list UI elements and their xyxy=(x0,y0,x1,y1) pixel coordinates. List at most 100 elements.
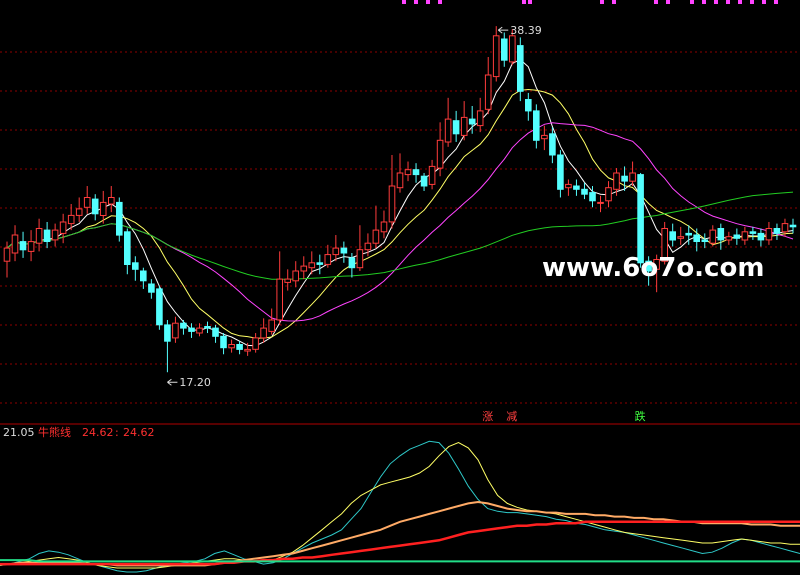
top-mark xyxy=(738,0,742,4)
candle-body xyxy=(332,247,340,256)
candle-body xyxy=(116,201,123,236)
top-mark xyxy=(666,0,670,4)
candle-body xyxy=(621,175,628,182)
top-mark xyxy=(714,0,718,4)
candle-body xyxy=(75,208,83,216)
candle-body xyxy=(693,234,701,242)
candle-body xyxy=(83,197,91,208)
candle-body xyxy=(396,172,404,189)
candle-body xyxy=(268,319,275,332)
top-mark xyxy=(402,0,406,4)
candle-body xyxy=(260,327,267,339)
candle-body xyxy=(59,221,67,234)
candle-body xyxy=(188,327,195,332)
candle-body xyxy=(476,110,484,127)
signal-label-rise: 涨 xyxy=(482,410,493,423)
candle-body xyxy=(525,99,532,112)
candle xyxy=(116,197,123,242)
candle-body xyxy=(725,236,733,241)
candle-body xyxy=(436,139,444,169)
candle-body xyxy=(420,175,428,187)
candle-body xyxy=(180,322,187,329)
chart-background xyxy=(0,0,800,575)
candle-body xyxy=(501,38,508,61)
candle-body xyxy=(284,278,291,283)
candle-body xyxy=(388,185,396,223)
candle-body xyxy=(404,169,412,176)
candle-body xyxy=(204,326,211,329)
candle-body xyxy=(196,327,203,334)
top-mark xyxy=(612,0,616,4)
candle-body xyxy=(637,174,644,264)
signal-label-fall: 跌 xyxy=(635,409,646,423)
indicator-value-1: 24.62 xyxy=(82,426,114,439)
indicator-name: 牛熊线 xyxy=(38,425,71,439)
candle-body xyxy=(541,134,548,140)
stock-chart: 38.39 17.20 涨 减 跌 www.6o7o.com 21.05 牛熊线… xyxy=(0,0,800,575)
candle-body xyxy=(132,262,139,270)
candle-body xyxy=(212,327,219,337)
candle-body xyxy=(27,241,35,252)
candle-body xyxy=(252,337,259,350)
candle-body xyxy=(613,172,620,190)
candle-body xyxy=(220,335,227,349)
candle-body xyxy=(444,118,452,143)
candle-body xyxy=(348,257,356,269)
candle-body xyxy=(156,288,163,326)
top-mark xyxy=(690,0,694,4)
high-price-label: 38.39 xyxy=(510,24,542,37)
candle-body xyxy=(276,278,283,321)
candle-body xyxy=(581,188,588,195)
candle-body xyxy=(709,229,717,244)
candle-body xyxy=(11,234,19,254)
candle-body xyxy=(509,35,516,63)
top-mark xyxy=(726,0,730,4)
top-mark xyxy=(522,0,526,4)
candle xyxy=(517,37,524,102)
candle-body xyxy=(35,228,43,244)
low-price-label: 17.20 xyxy=(179,376,211,389)
candle-body xyxy=(781,223,789,233)
candle-body xyxy=(452,120,460,135)
candle-body xyxy=(484,74,492,110)
candle-body xyxy=(148,283,155,293)
candle-body xyxy=(91,198,99,215)
candle-body xyxy=(492,35,500,78)
candle-body xyxy=(172,322,179,339)
candle-body xyxy=(19,241,27,251)
candle-body xyxy=(3,247,11,262)
candle-body xyxy=(749,231,757,234)
candle-body xyxy=(51,229,59,241)
top-mark xyxy=(750,0,754,4)
top-mark xyxy=(438,0,442,4)
candle-body xyxy=(517,45,524,92)
candle-body xyxy=(300,265,308,272)
candle-body xyxy=(316,262,324,265)
candle-body xyxy=(228,344,235,349)
candle-body xyxy=(380,221,388,233)
top-mark xyxy=(426,0,430,4)
candle-body xyxy=(669,231,677,241)
candle xyxy=(156,285,163,330)
candle-body xyxy=(308,262,316,269)
watermark: www.6o7o.com xyxy=(542,253,764,283)
candle-body xyxy=(460,116,468,136)
candle-body xyxy=(372,229,380,244)
candle-body xyxy=(549,133,556,156)
candle-body xyxy=(67,214,75,225)
candle-body xyxy=(765,228,773,241)
candle-body xyxy=(99,201,107,216)
top-mark xyxy=(600,0,604,4)
signal-label-reduce: 减 xyxy=(506,410,517,423)
candle-body xyxy=(164,324,171,342)
candle-body xyxy=(236,344,243,350)
candle-body xyxy=(733,234,741,239)
candle-body xyxy=(773,228,781,234)
candle-body xyxy=(701,239,709,242)
candle-body xyxy=(108,197,115,205)
candle-body xyxy=(292,270,299,282)
candle-body xyxy=(573,185,580,190)
candle-body xyxy=(412,169,420,176)
candle-body xyxy=(685,232,693,236)
candle-body xyxy=(340,247,348,254)
